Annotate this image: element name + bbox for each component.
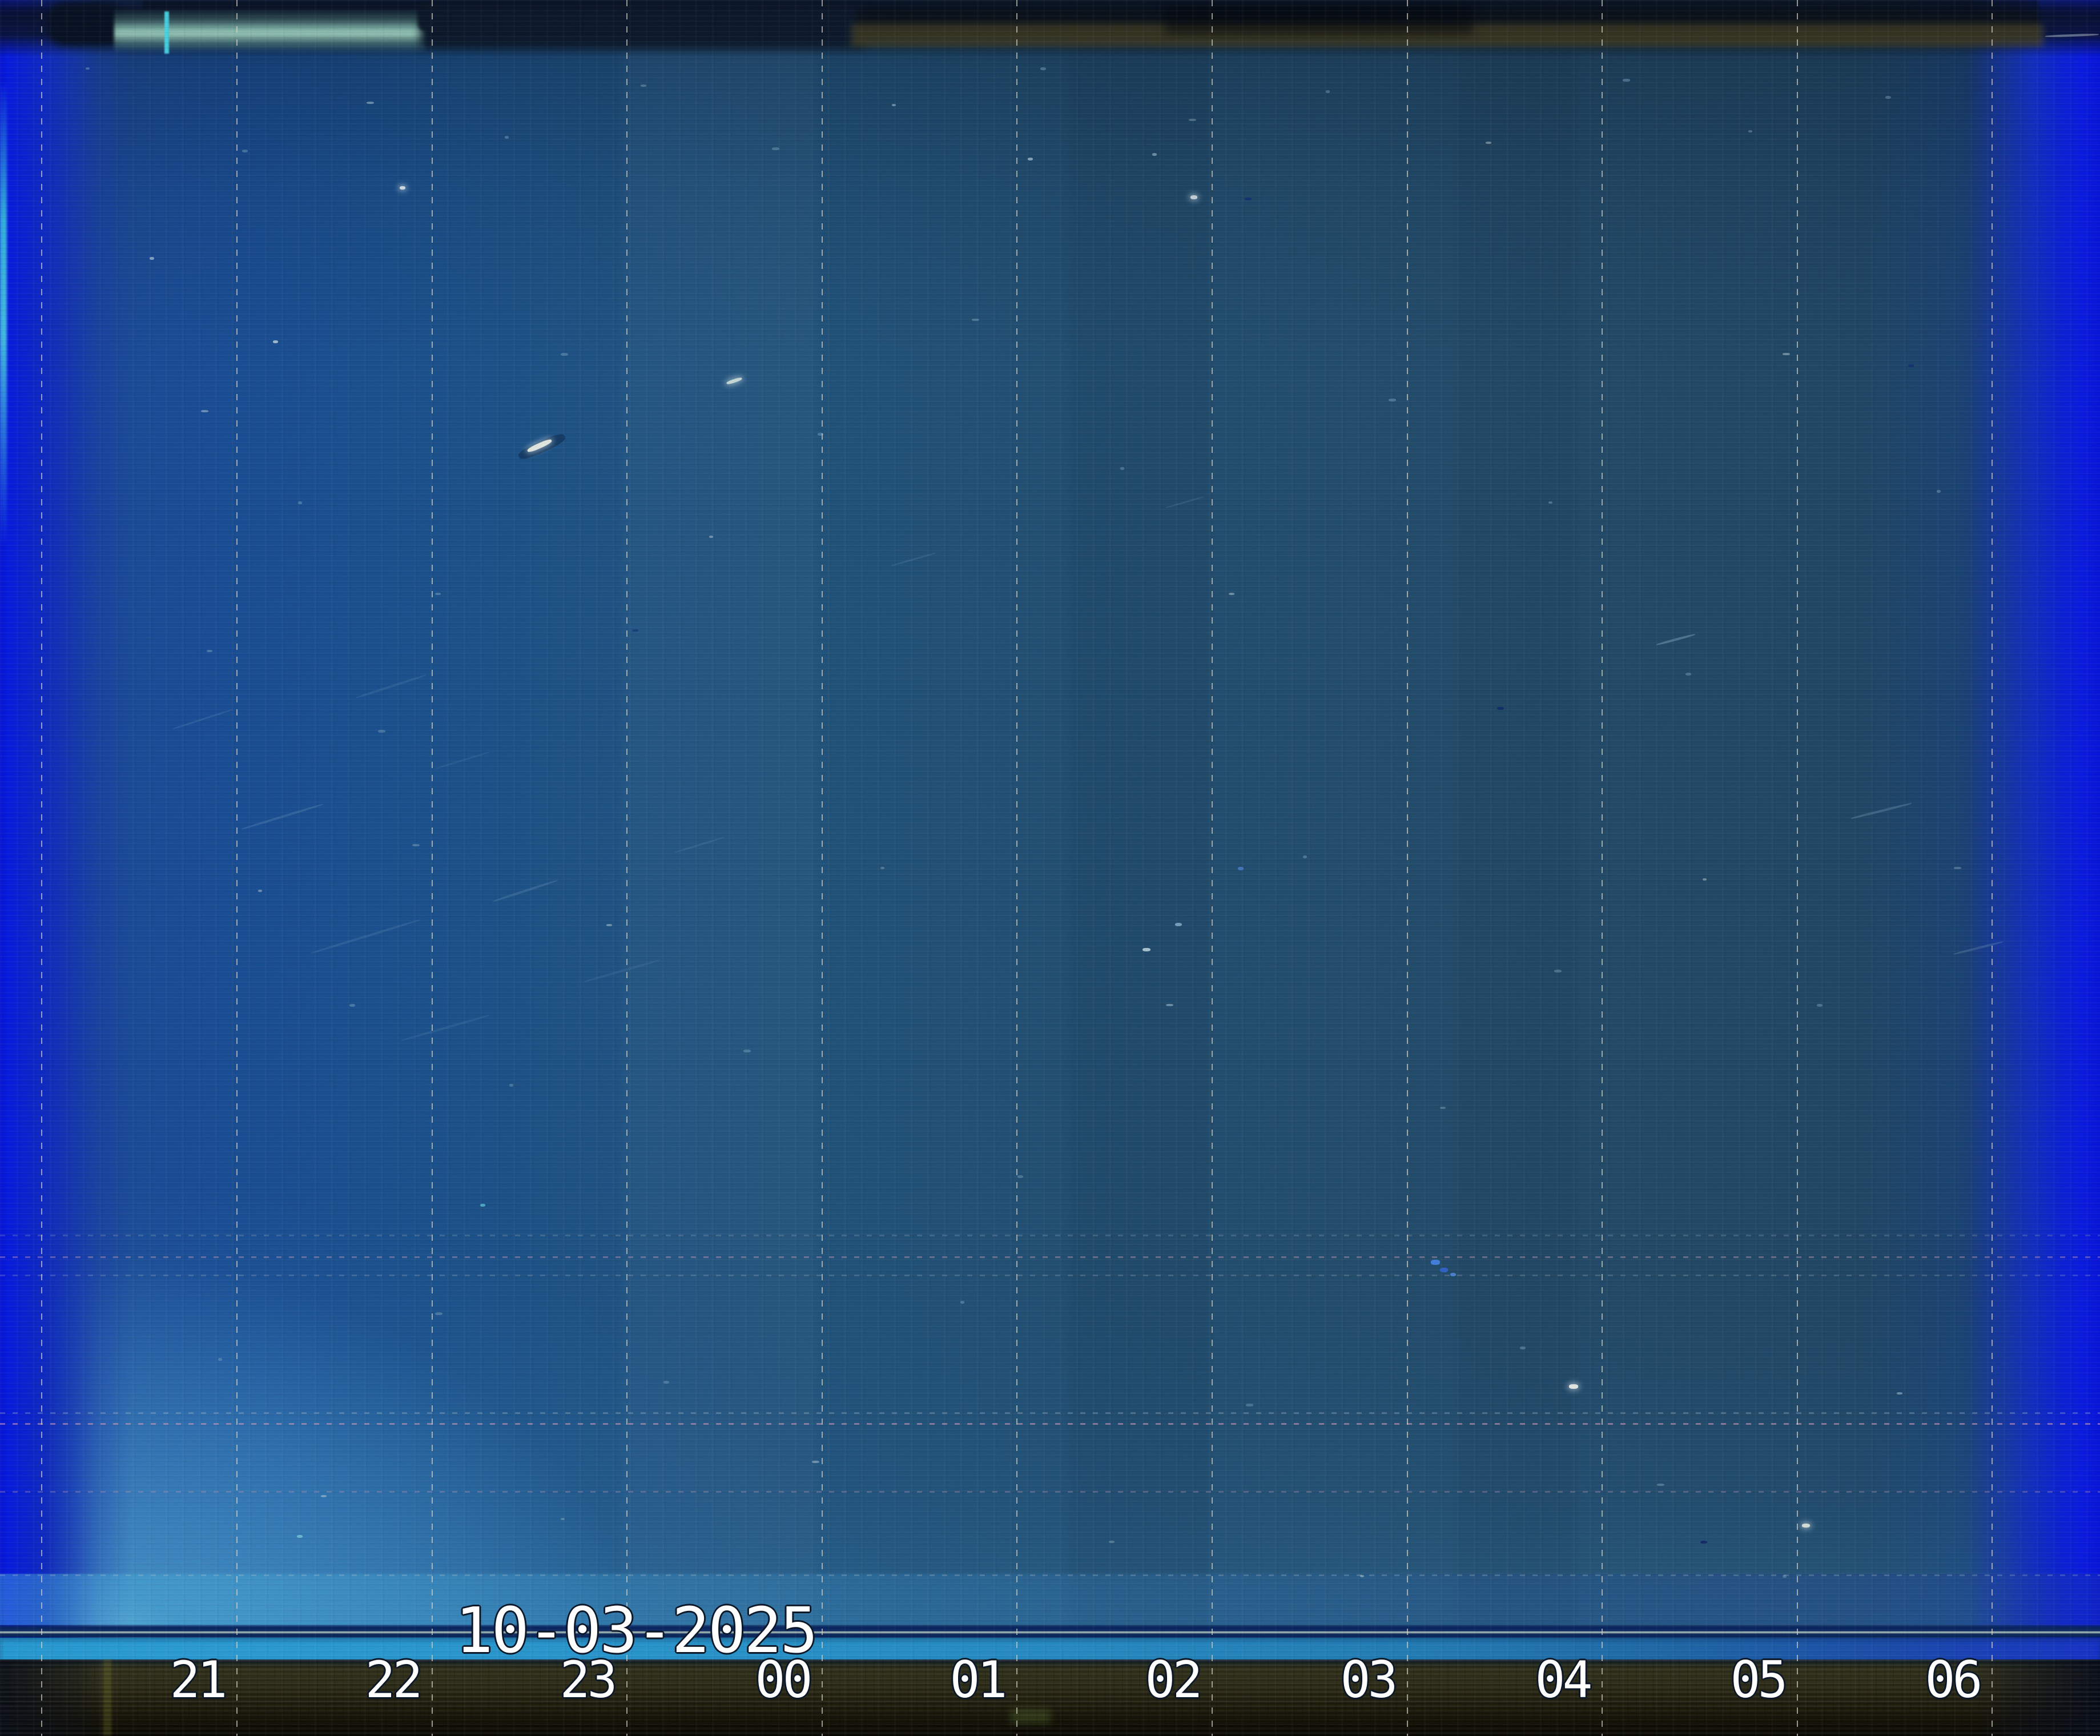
- hour-label-02: 02: [1142, 1655, 1200, 1705]
- hour-label-06: 06: [1922, 1655, 1980, 1705]
- hour-label-22: 22: [363, 1655, 420, 1705]
- hour-label-01: 01: [947, 1655, 1005, 1705]
- keogram-image: 21222300010203040506 10-03-2025: [0, 0, 2100, 1736]
- hour-label-04: 04: [1532, 1655, 1590, 1705]
- hour-label-row: 21222300010203040506: [0, 0, 2100, 1736]
- hour-label-03: 03: [1338, 1655, 1395, 1705]
- hour-label-21: 21: [167, 1655, 225, 1705]
- hour-label-05: 05: [1728, 1655, 1785, 1705]
- date-stamp: 10-03-2025: [453, 1599, 816, 1662]
